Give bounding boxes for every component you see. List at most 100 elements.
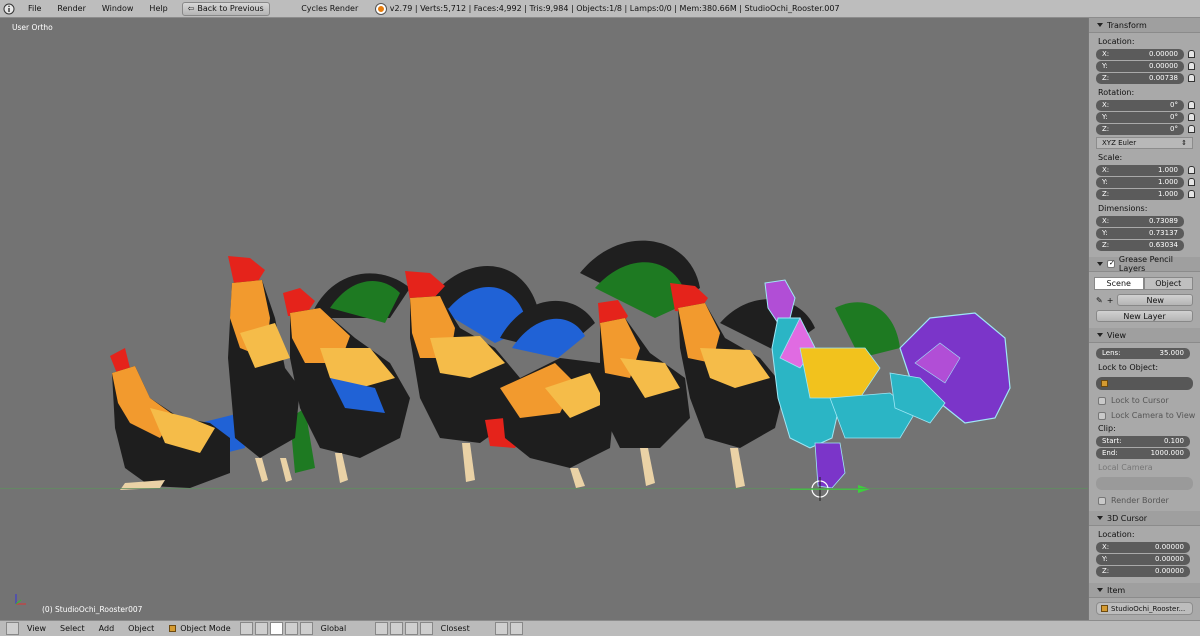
collapse-arrow-icon: [1097, 588, 1103, 592]
lens-value: 35.000: [1159, 349, 1185, 357]
field-value: 0.63034: [1149, 241, 1178, 249]
grease-pencil-panel-header[interactable]: Grease Pencil Layers: [1089, 255, 1200, 273]
transform-orientation-select[interactable]: Global: [314, 621, 374, 636]
menu-object[interactable]: Object: [121, 621, 161, 636]
transform-panel-header[interactable]: Transform: [1089, 18, 1200, 33]
field-value: 0.00000: [1155, 543, 1184, 551]
local-camera-label: Local Camera: [1098, 463, 1153, 472]
proportional-edit-icon[interactable]: [404, 622, 418, 635]
view-title: View: [1107, 330, 1126, 340]
lock-icon[interactable]: [1188, 62, 1195, 70]
back-to-previous-button[interactable]: ⇦ Back to Previous: [181, 1, 270, 16]
tab-scene[interactable]: Scene: [1094, 277, 1144, 290]
dimensions-y-field[interactable]: Y: 0.73137: [1096, 227, 1184, 239]
lens-field[interactable]: Lens: 35.000: [1096, 347, 1190, 359]
lock-to-cursor-row[interactable]: Lock to Cursor: [1098, 396, 1200, 405]
field-value: 0°: [1170, 101, 1178, 109]
axis-label: Z:: [1102, 567, 1110, 575]
lock-icon[interactable]: [1188, 190, 1195, 198]
clip-start-field[interactable]: Start: 0.100: [1096, 435, 1190, 447]
rooster-scene: [110, 240, 1011, 501]
scale-z-field[interactable]: Z: 1.000: [1096, 188, 1184, 200]
dimensions-z-field[interactable]: Z: 0.63034: [1096, 239, 1184, 251]
lock-camera-row[interactable]: Lock Camera to View: [1098, 411, 1200, 420]
menu-select[interactable]: Select: [53, 621, 92, 636]
3d-viewport[interactable]: User Ortho (0) StudioOchi_Rooster007: [0, 18, 1088, 620]
field-value: 0°: [1170, 125, 1178, 133]
pencil-icon[interactable]: ✎: [1096, 296, 1103, 305]
scale-x-field[interactable]: X: 1.000: [1096, 164, 1184, 176]
menu-render[interactable]: Render: [49, 0, 93, 18]
layers-icon[interactable]: [374, 622, 388, 635]
cursor-location-label: Location:: [1098, 530, 1135, 539]
lock-icon[interactable]: [1188, 74, 1195, 82]
lock-object-field[interactable]: [1096, 377, 1193, 390]
local-camera-field[interactable]: [1096, 477, 1193, 490]
translate-manipulator-icon[interactable]: [284, 622, 298, 635]
lock-icon[interactable]: [1188, 125, 1195, 133]
clip-start-label: Start:: [1102, 437, 1122, 445]
lock-icon[interactable]: [1188, 166, 1195, 174]
clip-end-field[interactable]: End: 1000.000: [1096, 447, 1190, 459]
rotation-z-row: Z: 0°: [1096, 123, 1200, 135]
rotation-z-field[interactable]: Z: 0°: [1096, 123, 1184, 135]
ground-line: [0, 488, 1088, 489]
render-engine-select[interactable]: Cycles Render: [292, 4, 368, 13]
rotation-x-field[interactable]: X: 0°: [1096, 99, 1184, 111]
menu-file[interactable]: File: [20, 0, 49, 18]
lock-to-cursor-checkbox[interactable]: [1098, 396, 1106, 405]
item-name-field[interactable]: StudioOchi_Rooster...: [1096, 602, 1193, 615]
location-z-field[interactable]: Z: 0.00738: [1096, 72, 1184, 84]
item-panel-header[interactable]: Item: [1089, 583, 1200, 598]
field-value: 1.000: [1157, 178, 1178, 186]
rotation-y-field[interactable]: Y: 0°: [1096, 111, 1184, 123]
axis-label: Y:: [1102, 62, 1108, 70]
lock-layers-icon[interactable]: [389, 622, 403, 635]
opengl-render-icon[interactable]: [494, 622, 508, 635]
new-layer-button[interactable]: New Layer: [1096, 310, 1193, 322]
menu-window[interactable]: Window: [94, 0, 142, 18]
rotate-manipulator-icon[interactable]: [299, 622, 313, 635]
manipulator-toggle-icon[interactable]: [269, 622, 283, 635]
dimensions-x-field[interactable]: X: 0.73089: [1096, 215, 1184, 227]
lock-icon[interactable]: [1188, 178, 1195, 186]
render-border-checkbox[interactable]: [1098, 496, 1106, 505]
info-header: File Render Window Help ⇦ Back to Previo…: [0, 0, 1200, 18]
pivot-point-icon[interactable]: [254, 622, 268, 635]
menu-view[interactable]: View: [20, 621, 53, 636]
cursor-x-field[interactable]: X: 0.00000: [1096, 541, 1190, 553]
viewport-shading-icon[interactable]: [239, 622, 253, 635]
opengl-animation-icon[interactable]: [509, 622, 523, 635]
lock-icon[interactable]: [1188, 50, 1195, 58]
scale-y-field[interactable]: Y: 1.000: [1096, 176, 1184, 188]
dimensions-y-row: Y: 0.73137: [1096, 227, 1200, 239]
snap-toggle-icon[interactable]: [419, 622, 433, 635]
lock-icon[interactable]: [1188, 101, 1195, 109]
dimensions-z-row: Z: 0.63034: [1096, 239, 1200, 251]
cursor-z-field[interactable]: Z: 0.00000: [1096, 565, 1190, 577]
tab-object[interactable]: Object: [1143, 277, 1193, 290]
rotation-mode-select[interactable]: XYZ Euler ⇕: [1096, 137, 1193, 149]
info-editor-icon[interactable]: [0, 1, 20, 17]
new-grease-data-button[interactable]: New: [1117, 294, 1193, 306]
axis-label: X:: [1102, 101, 1110, 109]
view-panel-header[interactable]: View: [1089, 328, 1200, 343]
3d-cursor-panel-header[interactable]: 3D Cursor: [1089, 511, 1200, 526]
lens-label: Lens:: [1102, 349, 1121, 357]
cursor-y-field[interactable]: Y: 0.00000: [1096, 553, 1190, 565]
scale-x-row: X: 1.000: [1096, 164, 1200, 176]
menu-add[interactable]: Add: [92, 621, 122, 636]
render-border-row[interactable]: Render Border: [1098, 496, 1200, 505]
location-y-field[interactable]: Y: 0.00000: [1096, 60, 1184, 72]
grease-pencil-source-tabs: Scene Object: [1094, 277, 1193, 290]
location-x-field[interactable]: X: 0.00000: [1096, 48, 1184, 60]
axis-label: Y:: [1102, 229, 1108, 237]
plus-icon[interactable]: +: [1107, 296, 1114, 305]
snap-target-select[interactable]: Closest: [434, 621, 494, 636]
menu-help[interactable]: Help: [141, 0, 175, 18]
interaction-mode-select[interactable]: Object Mode: [161, 624, 238, 633]
lock-icon[interactable]: [1188, 113, 1195, 121]
editor-type-icon[interactable]: [6, 622, 19, 635]
grease-pencil-toggle[interactable]: [1107, 260, 1115, 268]
lock-camera-checkbox[interactable]: [1098, 411, 1106, 420]
